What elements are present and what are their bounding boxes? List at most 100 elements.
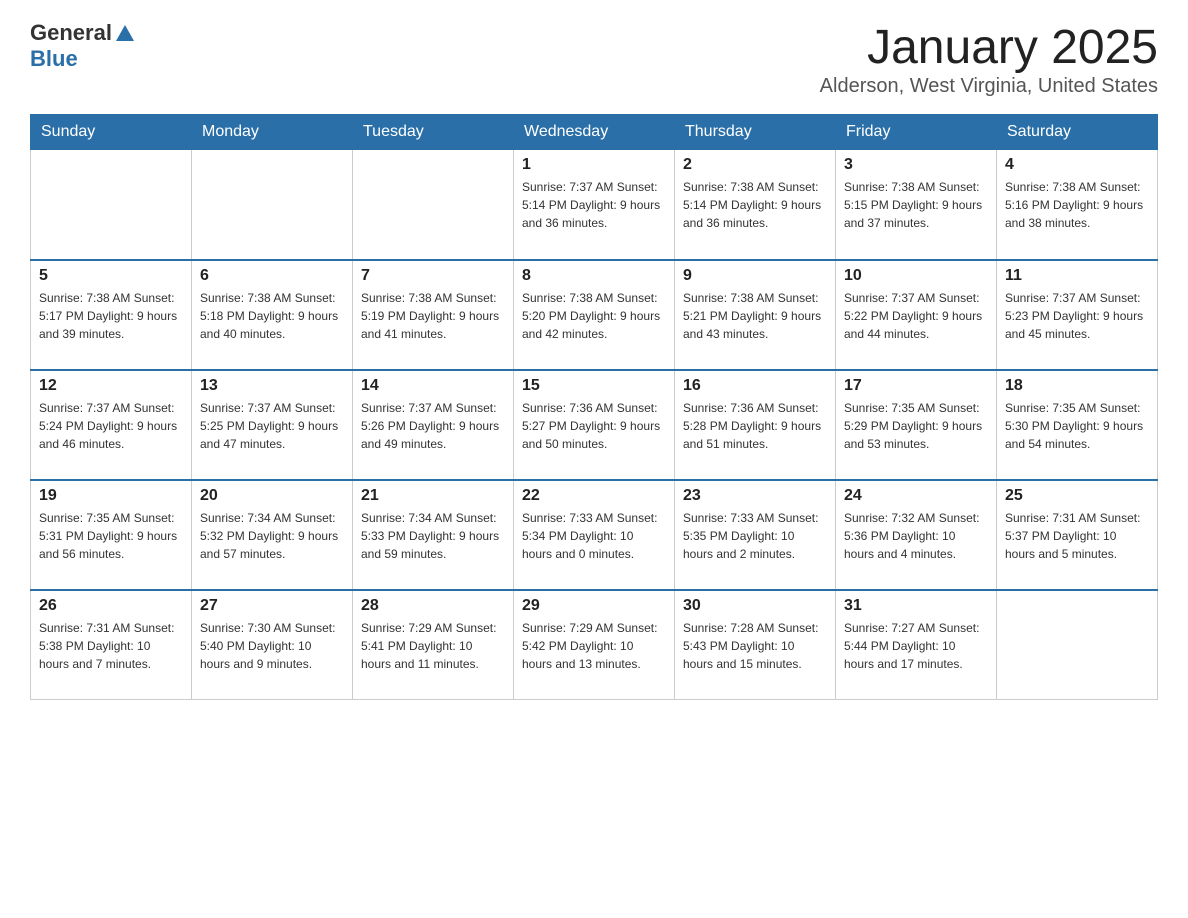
calendar-cell: 20Sunrise: 7:34 AM Sunset: 5:32 PM Dayli… <box>192 480 353 590</box>
logo-triangle-icon <box>114 23 136 43</box>
calendar-subtitle: Alderson, West Virginia, United States <box>820 75 1158 98</box>
calendar-cell: 12Sunrise: 7:37 AM Sunset: 5:24 PM Dayli… <box>31 370 192 480</box>
day-number: 27 <box>200 597 344 615</box>
day-number: 9 <box>683 267 827 285</box>
calendar-cell: 22 Sunrise: 7:33 AM Sunset: 5:34 PM Dayli… <box>514 480 675 590</box>
calendar-title: January 2025 <box>820 20 1158 75</box>
calendar-cell: 11Sunrise: 7:37 AM Sunset: 5:23 PM Dayli… <box>997 260 1158 370</box>
day-info: Sunrise: 7:37 AM Sunset: 5:26 PM Dayligh… <box>361 399 505 453</box>
day-number: 19 <box>39 487 183 505</box>
day-number: 20 <box>200 487 344 505</box>
header: General Blue January 2025 Alderson, West… <box>30 20 1158 98</box>
logo: General Blue <box>30 20 136 72</box>
day-info: Sunrise: 7:38 AM Sunset: 5:20 PM Dayligh… <box>522 289 666 343</box>
day-number: 18 <box>1005 377 1149 395</box>
day-number: 23 <box>683 487 827 505</box>
calendar-cell: 7 Sunrise: 7:38 AM Sunset: 5:19 PM Daylig… <box>353 260 514 370</box>
calendar-cell: 1 Sunrise: 7:37 AM Sunset: 5:14 PM Daylig… <box>514 150 675 260</box>
day-number: 24 <box>844 487 988 505</box>
day-info: Sunrise: 7:37 AM Sunset: 5:25 PM Dayligh… <box>200 399 344 453</box>
day-info: Sunrise: 7:29 AM Sunset: 5:41 PM Dayligh… <box>361 619 505 673</box>
day-info: Sunrise: 7:29 AM Sunset: 5:42 PM Dayligh… <box>522 619 666 673</box>
day-info: Sunrise: 7:37 AM Sunset: 5:23 PM Dayligh… <box>1005 289 1149 343</box>
logo-general-text: General <box>30 20 112 46</box>
day-number: 13 <box>200 377 344 395</box>
calendar-cell <box>31 150 192 260</box>
calendar-cell: 17 Sunrise: 7:35 AM Sunset: 5:29 PM Dayli… <box>836 370 997 480</box>
day-number: 31 <box>844 597 988 615</box>
calendar-cell: 4Sunrise: 7:38 AM Sunset: 5:16 PM Daylig… <box>997 150 1158 260</box>
day-number: 14 <box>361 377 505 395</box>
day-info: Sunrise: 7:37 AM Sunset: 5:14 PM Dayligh… <box>522 178 666 232</box>
calendar-cell: 2 Sunrise: 7:38 AM Sunset: 5:14 PM Daylig… <box>675 150 836 260</box>
day-number: 29 <box>522 597 666 615</box>
day-info: Sunrise: 7:30 AM Sunset: 5:40 PM Dayligh… <box>200 619 344 673</box>
day-info: Sunrise: 7:35 AM Sunset: 5:30 PM Dayligh… <box>1005 399 1149 453</box>
day-info: Sunrise: 7:28 AM Sunset: 5:43 PM Dayligh… <box>683 619 827 673</box>
day-info: Sunrise: 7:31 AM Sunset: 5:37 PM Dayligh… <box>1005 509 1149 563</box>
day-info: Sunrise: 7:36 AM Sunset: 5:28 PM Dayligh… <box>683 399 827 453</box>
calendar-cell: 5Sunrise: 7:38 AM Sunset: 5:17 PM Daylig… <box>31 260 192 370</box>
calendar-cell: 28 Sunrise: 7:29 AM Sunset: 5:41 PM Dayli… <box>353 590 514 700</box>
day-info: Sunrise: 7:38 AM Sunset: 5:14 PM Dayligh… <box>683 178 827 232</box>
calendar-cell: 31Sunrise: 7:27 AM Sunset: 5:44 PM Dayli… <box>836 590 997 700</box>
calendar-cell: 18 Sunrise: 7:35 AM Sunset: 5:30 PM Dayli… <box>997 370 1158 480</box>
day-number: 3 <box>844 156 988 174</box>
day-number: 8 <box>522 267 666 285</box>
day-info: Sunrise: 7:33 AM Sunset: 5:34 PM Dayligh… <box>522 509 666 563</box>
calendar-cell: 30Sunrise: 7:28 AM Sunset: 5:43 PM Dayli… <box>675 590 836 700</box>
day-number: 5 <box>39 267 183 285</box>
calendar-cell <box>997 590 1158 700</box>
column-header-wednesday: Wednesday <box>514 115 675 150</box>
calendar-cell: 21 Sunrise: 7:34 AM Sunset: 5:33 PM Dayli… <box>353 480 514 590</box>
calendar-cell: 10Sunrise: 7:37 AM Sunset: 5:22 PM Dayli… <box>836 260 997 370</box>
day-info: Sunrise: 7:37 AM Sunset: 5:22 PM Dayligh… <box>844 289 988 343</box>
calendar-header-row: SundayMondayTuesdayWednesdayThursdayFrid… <box>31 115 1158 150</box>
column-header-tuesday: Tuesday <box>353 115 514 150</box>
calendar-cell: 27 Sunrise: 7:30 AM Sunset: 5:40 PM Dayli… <box>192 590 353 700</box>
day-number: 21 <box>361 487 505 505</box>
calendar-table: SundayMondayTuesdayWednesdayThursdayFrid… <box>30 114 1158 700</box>
title-area: January 2025 Alderson, West Virginia, Un… <box>820 20 1158 98</box>
calendar-cell: 26 Sunrise: 7:31 AM Sunset: 5:38 PM Dayli… <box>31 590 192 700</box>
calendar-cell: 25 Sunrise: 7:31 AM Sunset: 5:37 PM Dayli… <box>997 480 1158 590</box>
day-info: Sunrise: 7:38 AM Sunset: 5:18 PM Dayligh… <box>200 289 344 343</box>
day-info: Sunrise: 7:33 AM Sunset: 5:35 PM Dayligh… <box>683 509 827 563</box>
calendar-cell: 6 Sunrise: 7:38 AM Sunset: 5:18 PM Daylig… <box>192 260 353 370</box>
calendar-cell: 29 Sunrise: 7:29 AM Sunset: 5:42 PM Dayli… <box>514 590 675 700</box>
logo-blue-text: Blue <box>30 46 78 72</box>
day-number: 1 <box>522 156 666 174</box>
column-header-thursday: Thursday <box>675 115 836 150</box>
day-info: Sunrise: 7:38 AM Sunset: 5:15 PM Dayligh… <box>844 178 988 232</box>
calendar-cell: 3 Sunrise: 7:38 AM Sunset: 5:15 PM Daylig… <box>836 150 997 260</box>
day-number: 16 <box>683 377 827 395</box>
day-number: 22 <box>522 487 666 505</box>
day-number: 17 <box>844 377 988 395</box>
calendar-cell: 19Sunrise: 7:35 AM Sunset: 5:31 PM Dayli… <box>31 480 192 590</box>
calendar-cell: 14 Sunrise: 7:37 AM Sunset: 5:26 PM Dayli… <box>353 370 514 480</box>
week-row-3: 12Sunrise: 7:37 AM Sunset: 5:24 PM Dayli… <box>31 370 1158 480</box>
day-number: 26 <box>39 597 183 615</box>
week-row-5: 26 Sunrise: 7:31 AM Sunset: 5:38 PM Dayli… <box>31 590 1158 700</box>
day-info: Sunrise: 7:38 AM Sunset: 5:16 PM Dayligh… <box>1005 178 1149 232</box>
column-header-friday: Friday <box>836 115 997 150</box>
day-info: Sunrise: 7:31 AM Sunset: 5:38 PM Dayligh… <box>39 619 183 673</box>
column-header-saturday: Saturday <box>997 115 1158 150</box>
day-number: 7 <box>361 267 505 285</box>
day-info: Sunrise: 7:34 AM Sunset: 5:33 PM Dayligh… <box>361 509 505 563</box>
calendar-cell <box>353 150 514 260</box>
day-info: Sunrise: 7:32 AM Sunset: 5:36 PM Dayligh… <box>844 509 988 563</box>
day-info: Sunrise: 7:38 AM Sunset: 5:21 PM Dayligh… <box>683 289 827 343</box>
calendar-cell: 13 Sunrise: 7:37 AM Sunset: 5:25 PM Dayli… <box>192 370 353 480</box>
calendar-cell: 23 Sunrise: 7:33 AM Sunset: 5:35 PM Dayli… <box>675 480 836 590</box>
day-info: Sunrise: 7:38 AM Sunset: 5:19 PM Dayligh… <box>361 289 505 343</box>
week-row-4: 19Sunrise: 7:35 AM Sunset: 5:31 PM Dayli… <box>31 480 1158 590</box>
day-info: Sunrise: 7:35 AM Sunset: 5:29 PM Dayligh… <box>844 399 988 453</box>
day-number: 25 <box>1005 487 1149 505</box>
column-header-sunday: Sunday <box>31 115 192 150</box>
week-row-2: 5Sunrise: 7:38 AM Sunset: 5:17 PM Daylig… <box>31 260 1158 370</box>
day-info: Sunrise: 7:37 AM Sunset: 5:24 PM Dayligh… <box>39 399 183 453</box>
day-number: 2 <box>683 156 827 174</box>
day-number: 6 <box>200 267 344 285</box>
day-number: 28 <box>361 597 505 615</box>
